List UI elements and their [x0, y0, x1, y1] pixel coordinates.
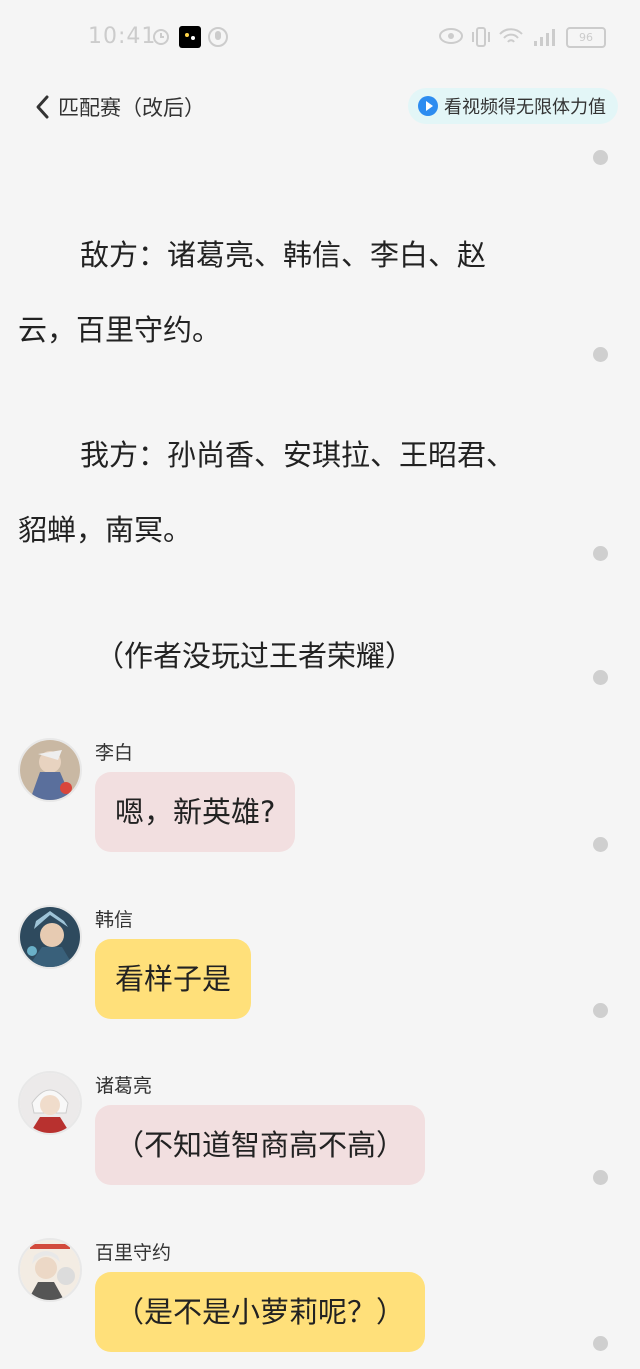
back-chevron-icon[interactable]: [32, 93, 54, 121]
status-bar: 10:41 96: [0, 0, 640, 72]
chat-message: 李白 嗯，新英雄?: [18, 738, 578, 858]
author-note: （作者没玩过王者荣耀）: [95, 639, 415, 673]
enemy-line-2: 云，百里守约。: [18, 313, 222, 347]
ally-team-paragraph: 我方：孙尚香、安琪拉、王昭君、 貂蝉，南冥。: [18, 418, 563, 568]
chat-message: 诸葛亮 （不知道智商高不高）: [18, 1071, 578, 1191]
battery-icon: 96: [566, 27, 606, 48]
sender-name: 百里守约: [95, 1242, 172, 1264]
message-bubble[interactable]: （是不是小萝莉呢？）: [95, 1272, 426, 1352]
eye-icon: [439, 28, 463, 44]
page-title: 匹配赛（改后）: [58, 96, 205, 120]
scroll-dot: [593, 347, 608, 362]
wifi-icon: [499, 28, 523, 43]
notification-image-icon: [179, 26, 201, 48]
ally-line-1: 我方：孙尚香、安琪拉、王昭君、: [80, 438, 516, 472]
enemy-team-paragraph: 敌方：诸葛亮、韩信、李白、赵 云，百里守约。: [18, 218, 563, 368]
alarm-icon: [153, 29, 169, 45]
avatar-hanxin[interactable]: [18, 905, 82, 969]
sender-name: 诸葛亮: [95, 1075, 153, 1097]
scroll-dot: [593, 1170, 608, 1185]
play-circle-icon: [418, 96, 438, 116]
sender-name: 李白: [95, 742, 134, 764]
scroll-dot: [593, 837, 608, 852]
scroll-dot: [593, 1003, 608, 1018]
avatar-zhuge[interactable]: [18, 1071, 82, 1135]
scroll-dot: [593, 1336, 608, 1351]
message-bubble[interactable]: 嗯，新英雄?: [95, 772, 296, 852]
watch-video-label: 看视频得无限体力值: [444, 97, 606, 118]
avatar-baili[interactable]: [18, 1238, 82, 1302]
scroll-dot: [593, 546, 608, 561]
voice-icon: [208, 27, 228, 47]
scroll-dot: [593, 150, 608, 165]
message-bubble[interactable]: 看样子是: [95, 939, 252, 1019]
enemy-line-1: 敌方：诸葛亮、韩信、李白、赵: [80, 238, 487, 272]
signal-icon: [534, 29, 555, 46]
sender-name: 韩信: [95, 909, 134, 931]
header-bar: 匹配赛（改后） 看视频得无限体力值: [0, 78, 640, 138]
chat-message: 百里守约 （是不是小萝莉呢？）: [18, 1238, 578, 1358]
vibrate-icon: [472, 27, 490, 47]
message-bubble[interactable]: （不知道智商高不高）: [95, 1105, 426, 1185]
watch-video-button[interactable]: 看视频得无限体力值: [408, 88, 618, 124]
status-time: 10:41: [88, 24, 157, 49]
scroll-dot: [593, 670, 608, 685]
ally-line-2: 貂蝉，南冥。: [18, 513, 193, 547]
avatar-libai[interactable]: [18, 738, 82, 802]
chat-message: 韩信 看样子是: [18, 905, 578, 1025]
